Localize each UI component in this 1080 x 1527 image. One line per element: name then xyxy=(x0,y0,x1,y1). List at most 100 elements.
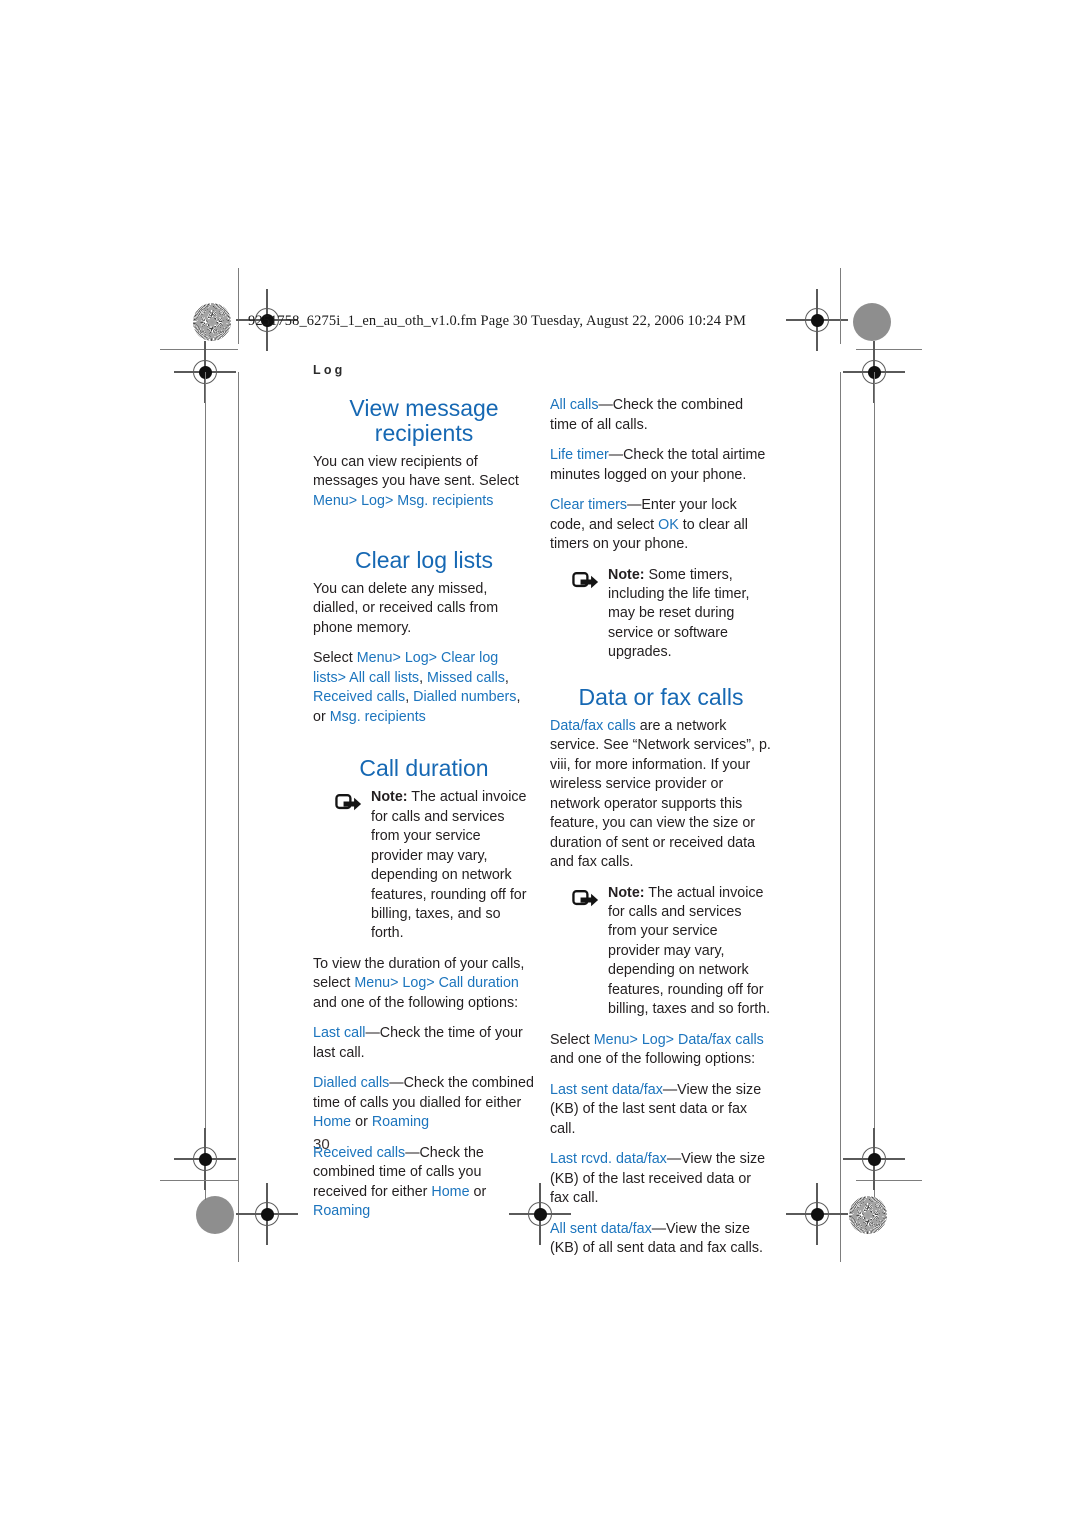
registration-mark xyxy=(843,341,905,403)
menu-path-msg-recipients: Msg. recipients xyxy=(397,492,494,509)
text-run: Select xyxy=(550,1031,594,1048)
menu-path-separator: > xyxy=(390,975,403,992)
registration-mark xyxy=(174,1128,236,1190)
menu-path-separator: > xyxy=(428,650,441,667)
note-block: Note: The actual invoice for calls and s… xyxy=(313,788,535,944)
note-block: Note: Some timers, including the life ti… xyxy=(550,566,772,663)
option-term: Last rcvd. data/fax xyxy=(550,1151,667,1168)
menu-path-separator: > xyxy=(426,975,439,992)
note-arrow-icon xyxy=(572,571,599,593)
paragraph-data-fax-intro: Data/fax calls are a network service. Se… xyxy=(550,717,772,873)
option-all-calls: All calls—Check the combined time of all… xyxy=(550,396,772,435)
registration-mark xyxy=(786,1183,848,1245)
trim-rule-vertical xyxy=(238,372,240,1262)
heading-call-duration: Call duration xyxy=(359,755,489,782)
registration-mark xyxy=(174,341,236,403)
note-body: The actual invoice for calls and service… xyxy=(608,884,771,1018)
text-run: or xyxy=(351,1114,372,1131)
heading-view-message-recipients: View message recipients xyxy=(349,395,499,446)
paragraph-data-fax-path: Select Menu> Log> Data/fax calls and one… xyxy=(550,1031,772,1070)
option-term: Life timer xyxy=(550,447,609,463)
option-term: Received calls xyxy=(313,1144,406,1161)
option-life-timer: Life timer—Check the total airtime minut… xyxy=(550,446,772,485)
menu-path-separator: > xyxy=(665,1031,678,1048)
option-value-roaming: Roaming xyxy=(371,1114,430,1131)
text-run: and one of the following options: xyxy=(550,1051,756,1068)
trim-rule-vertical xyxy=(840,268,842,344)
right-column: All calls—Check the combined time of all… xyxy=(550,396,772,1259)
menu-option-dialled-numbers: Dialled numbers xyxy=(413,689,517,706)
trim-rule-vertical xyxy=(874,372,876,1200)
registration-mark xyxy=(786,289,848,351)
note-arrow-icon xyxy=(572,889,599,911)
option-term: Last call xyxy=(313,1025,366,1042)
text-run: are a network service. See “Network serv… xyxy=(550,717,771,871)
gray-circle-print-mark xyxy=(196,1196,234,1234)
paragraph-clear-log-lists-path: Select Menu> Log> Clear log lists> All c… xyxy=(313,649,535,727)
option-term: All sent data/fax xyxy=(550,1220,652,1237)
trim-rule-vertical xyxy=(205,372,207,1200)
option-term: Dialled calls xyxy=(313,1075,390,1092)
note-label: Note: xyxy=(608,884,645,901)
text-run: , xyxy=(405,689,414,706)
starburst-print-mark xyxy=(193,303,231,341)
option-term: All calls xyxy=(550,397,599,413)
soft-key-ok: OK xyxy=(658,516,679,533)
menu-option-all-call-lists: All call lists xyxy=(349,669,420,686)
option-term: Data/fax calls xyxy=(550,717,636,734)
trim-rule-horizontal xyxy=(856,1180,922,1182)
menu-path-log: Log xyxy=(641,1031,666,1048)
menu-path-log: Log xyxy=(361,492,385,509)
menu-path-separator: > xyxy=(384,492,398,509)
heading-clear-log-lists: Clear log lists xyxy=(354,547,494,574)
text-run: , xyxy=(504,669,509,686)
option-term: Last sent data/fax xyxy=(550,1081,663,1098)
option-value-roaming: Roaming xyxy=(313,1203,371,1220)
text-run: Select xyxy=(313,650,357,667)
left-column: View message recipients You can view rec… xyxy=(313,396,535,1259)
menu-path-log: Log xyxy=(402,975,427,992)
gray-circle-print-mark xyxy=(853,303,891,341)
option-dialled-calls: Dialled calls—Check the combined time of… xyxy=(313,1074,535,1133)
option-last-sent-data-fax: Last sent data/fax—View the size (KB) of… xyxy=(550,1081,772,1140)
menu-path-separator: > xyxy=(629,1031,642,1048)
file-slugline: 9251758_6275i_1_en_au_oth_v1.0.fm Page 3… xyxy=(248,313,746,329)
note-arrow-icon xyxy=(335,793,362,815)
option-value-home: Home xyxy=(313,1114,352,1131)
text-run: or xyxy=(469,1183,487,1200)
registration-mark xyxy=(843,1128,905,1190)
menu-path-log: Log xyxy=(404,650,429,667)
trim-rule-horizontal xyxy=(160,349,238,351)
registration-mark xyxy=(236,1183,298,1245)
option-value-home: Home xyxy=(431,1183,470,1200)
menu-path-data-fax-calls: Data/fax calls xyxy=(678,1031,764,1048)
paragraph-call-duration-path: To view the duration of your calls, sele… xyxy=(313,955,535,1014)
starburst-print-mark xyxy=(849,1196,887,1234)
page-columns: View message recipients You can view rec… xyxy=(313,396,773,1259)
text-run: You can view recipients of messages you … xyxy=(313,453,519,490)
menu-option-received-calls: Received calls xyxy=(313,689,406,706)
note-text: Note: The actual invoice for calls and s… xyxy=(608,884,772,1020)
menu-path-separator: > xyxy=(392,650,405,667)
menu-path-separator: > xyxy=(348,492,362,509)
option-last-rcvd-data-fax: Last rcvd. data/fax—View the size (KB) o… xyxy=(550,1150,772,1209)
running-head: Log xyxy=(313,363,346,377)
option-clear-timers: Clear timers—Enter your lock code, and s… xyxy=(550,496,772,555)
note-text: Note: Some timers, including the life ti… xyxy=(608,566,772,663)
option-term: Clear timers xyxy=(550,497,628,513)
note-label: Note: xyxy=(371,789,408,806)
option-last-call: Last call—Check the time of your last ca… xyxy=(313,1024,535,1063)
note-body: The actual invoice for calls and service… xyxy=(371,789,527,942)
text-run: , xyxy=(419,669,428,686)
paragraph-clear-log-lists-intro: You can delete any missed, dialled, or r… xyxy=(313,580,499,636)
note-label: Note: xyxy=(608,566,645,583)
trim-rule-horizontal xyxy=(160,1180,238,1182)
menu-path-menu: Menu xyxy=(593,1031,630,1048)
menu-path-call-duration: Call duration xyxy=(438,975,519,992)
menu-path-menu: Menu xyxy=(354,975,391,992)
heading-data-or-fax-calls: Data or fax calls xyxy=(578,683,744,710)
text-run: and one of the following options: xyxy=(313,994,519,1011)
option-all-sent-data-fax: All sent data/fax—View the size (KB) of … xyxy=(550,1220,772,1259)
menu-path-menu: Menu xyxy=(313,492,349,509)
trim-rule-horizontal xyxy=(856,349,922,351)
